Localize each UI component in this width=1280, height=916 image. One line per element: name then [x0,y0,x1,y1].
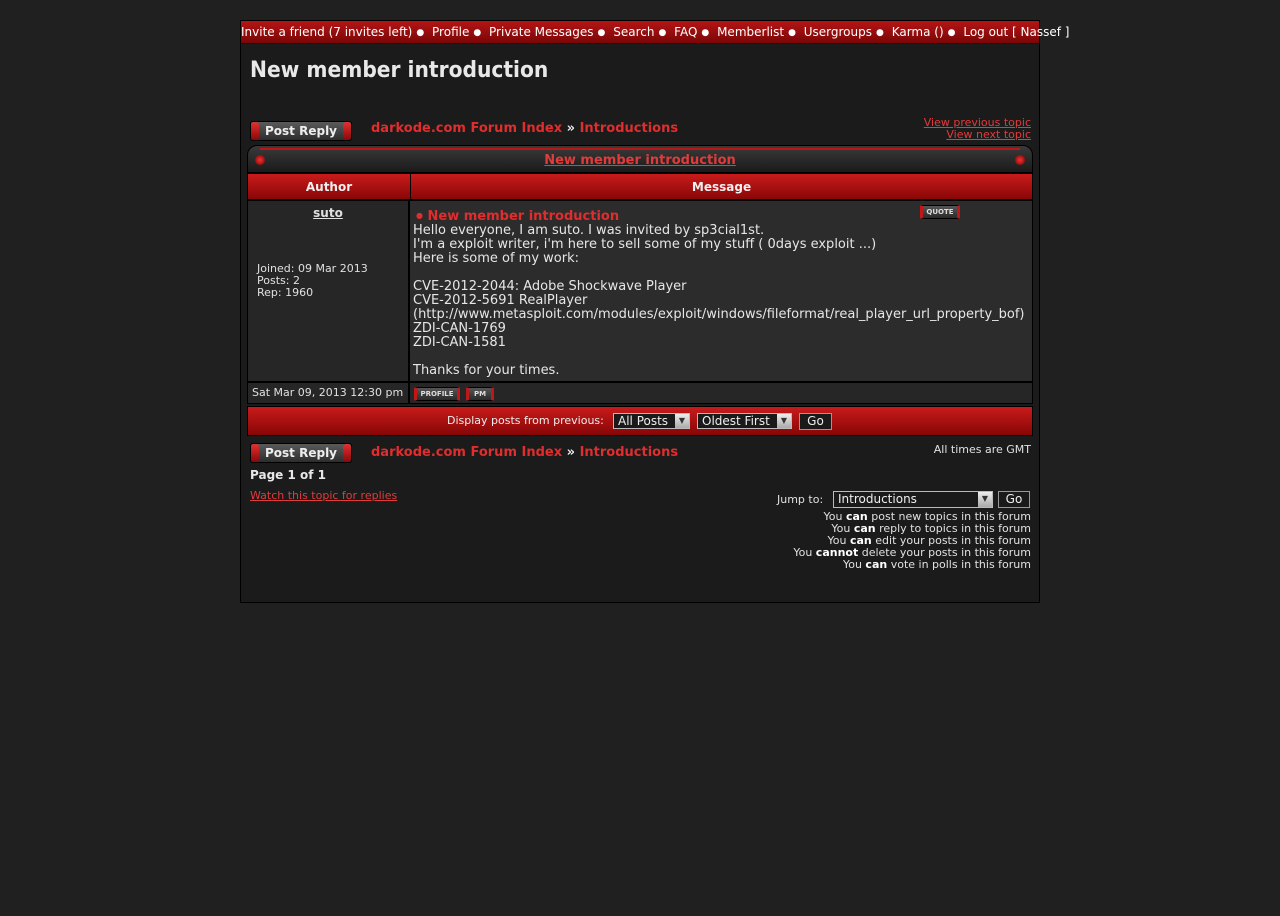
watch-topic-link[interactable]: Watch this topic for replies [250,489,397,502]
post-reply-button-bottom[interactable]: Post Reply [250,443,352,463]
post-date: Sat Mar 09, 2013 12:30 pm [247,382,409,404]
nav-memberlist[interactable]: Memberlist [717,25,784,39]
breadcrumb-introductions[interactable]: Introductions [580,121,679,136]
breadcrumb-bottom: darkode.com Forum Index » Introductions [371,445,679,460]
post-body-line [413,266,1025,280]
post-body-line: Thanks for your times. [413,363,560,378]
pm-button[interactable]: PM [466,387,494,401]
post-body-line: CVE-2012-2044: Adobe Shockwave Player [413,279,687,294]
breadcrumb: darkode.com Forum Index » Introductions [371,121,679,136]
dropdown-arrow-icon: ▼ [777,414,791,428]
nav-faq[interactable]: FAQ [674,25,697,39]
breadcrumb-forum-index[interactable]: darkode.com Forum Index [371,445,562,460]
topic-navigation: View previous topic View next topic [924,117,1031,141]
post-body-line: (http://www.metasploit.com/modules/explo… [413,307,1025,322]
nav-usergroups[interactable]: Usergroups [804,25,872,39]
display-filter-bar: Display posts from previous: All Posts ▼ … [247,406,1033,436]
top-navigation: Invite a friend (7 invites left) ● Profil… [241,21,1070,44]
forum-permissions: You can post new topics in this forum You… [793,511,1031,571]
permission-line: You can vote in polls in this forum [842,558,1031,571]
author-column-header: Author [248,174,411,199]
post-author-cell: suto Joined: 09 Mar 2013 Posts: 2 Rep: 1… [247,200,409,382]
jump-to-label: Jump to: [777,493,824,506]
breadcrumb-forum-index[interactable]: darkode.com Forum Index [371,121,562,136]
quote-button[interactable]: QUOTE [920,205,960,219]
post-body-line: CVE-2012-5691 RealPlayer [413,293,588,308]
topic-title-link[interactable]: New member introduction [248,153,1032,168]
post-body-line [413,350,1025,364]
post-reply-button[interactable]: Post Reply [250,121,352,141]
message-column-header: Message [691,180,752,194]
post-body-line: ZDI-CAN-1769 [413,321,506,336]
post-body-line: I'm a exploit writer, i'm here to sell s… [413,237,877,252]
page-title: New member introduction [250,58,549,83]
post-bullet-icon: ● [416,211,423,220]
author-rep: Rep: 1960 [257,286,314,299]
post-body: Hello everyone, I am suto. I was invited… [413,224,1025,378]
post-message-cell: ● New member introduction QUOTE Hello ev… [409,200,1033,382]
view-next-topic-link[interactable]: View next topic [924,129,1031,141]
column-headers: Author Message [247,173,1033,200]
breadcrumb-introductions[interactable]: Introductions [580,445,679,460]
nav-private-messages[interactable]: Private Messages [489,25,594,39]
dropdown-arrow-icon: ▼ [675,414,689,428]
nav-karma[interactable]: Karma () [892,25,944,39]
sort-order-select[interactable]: Oldest First ▼ [697,413,792,429]
jump-go-button[interactable]: Go [998,491,1030,508]
profile-button[interactable]: PROFILE [414,387,460,401]
pagination: Page 1 of 1 [250,468,326,482]
nav-invite[interactable]: Invite a friend (7 invites left) [241,25,412,39]
timezone-note: All times are GMT [933,443,1031,456]
topic-panel: New member introduction Author Message s… [247,145,1033,437]
jump-to-select[interactable]: Introductions ▼ [833,491,993,508]
author-details: Joined: 09 Mar 2013 Posts: 2 Rep: 1960 [257,263,368,299]
post-body-line: Here is some of my work: [413,251,579,266]
posts-range-select[interactable]: All Posts ▼ [613,413,690,429]
dropdown-arrow-icon: ▼ [978,492,992,507]
post-author-name[interactable]: suto [248,206,408,220]
nav-search[interactable]: Search [613,25,654,39]
display-filter-label: Display posts from previous: [447,414,604,427]
post-actions: PROFILE PM [409,382,1033,404]
post-body-line: ZDI-CAN-1581 [413,335,506,350]
nav-profile[interactable]: Profile [432,25,469,39]
filter-go-button[interactable]: Go [799,413,832,430]
post-subject: ● New member introduction [416,209,620,224]
post-body-line: Hello everyone, I am suto. I was invited… [413,223,765,238]
topic-panel-header: New member introduction [247,145,1033,173]
nav-logout[interactable]: Log out [ Nassef ] [963,25,1069,39]
forum-container: Invite a friend (7 invites left) ● Profil… [240,20,1070,603]
